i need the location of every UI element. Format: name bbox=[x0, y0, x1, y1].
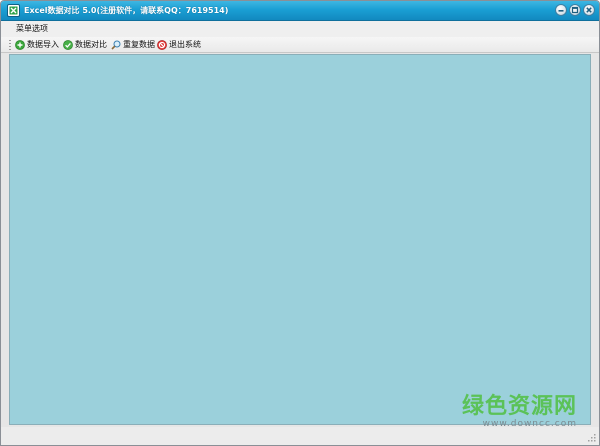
import-data-button[interactable]: 数据导入 bbox=[15, 39, 59, 51]
green-plus-icon bbox=[15, 40, 25, 50]
minimize-icon bbox=[558, 10, 564, 12]
app-window: Excel数据对比 5.0(注册软件，请联系QQ：7619514) 菜单选项 数… bbox=[0, 0, 600, 446]
close-button[interactable] bbox=[583, 4, 595, 16]
close-icon bbox=[586, 7, 592, 13]
red-stop-icon bbox=[157, 40, 167, 50]
watermark-url: www.downcc.com bbox=[482, 419, 577, 429]
watermark-main: 绿色资源网 bbox=[461, 394, 577, 419]
site-watermark: 绿色资源网 www.downcc.com bbox=[462, 395, 577, 430]
compare-data-label: 数据对比 bbox=[75, 40, 107, 49]
menu-options[interactable]: 菜单选项 bbox=[16, 24, 48, 34]
green-check-icon bbox=[63, 40, 73, 50]
minimize-button[interactable] bbox=[555, 4, 567, 16]
main-content-area[interactable] bbox=[9, 54, 591, 425]
window-title: Excel数据对比 5.0(注册软件，请联系QQ：7619514) bbox=[24, 6, 229, 15]
compare-data-button[interactable]: 数据对比 bbox=[63, 39, 107, 51]
import-data-label: 数据导入 bbox=[27, 40, 59, 49]
app-icon bbox=[7, 4, 20, 17]
exit-system-button[interactable]: 退出系统 bbox=[157, 39, 201, 51]
toolbar: 数据导入 数据对比 重复数据 退出系统 bbox=[1, 37, 599, 53]
maximize-icon bbox=[571, 6, 579, 14]
magnifier-icon bbox=[111, 40, 121, 50]
menu-bar: 菜单选项 bbox=[1, 21, 599, 37]
exit-system-label: 退出系统 bbox=[169, 40, 201, 49]
duplicate-data-button[interactable]: 重复数据 bbox=[111, 39, 155, 51]
title-bar[interactable]: Excel数据对比 5.0(注册软件，请联系QQ：7619514) bbox=[1, 1, 599, 21]
maximize-button[interactable] bbox=[569, 4, 581, 16]
resize-grip-icon[interactable] bbox=[586, 432, 596, 442]
window-controls bbox=[555, 4, 595, 16]
toolbar-grip[interactable] bbox=[9, 40, 11, 50]
duplicate-data-label: 重复数据 bbox=[123, 40, 155, 49]
